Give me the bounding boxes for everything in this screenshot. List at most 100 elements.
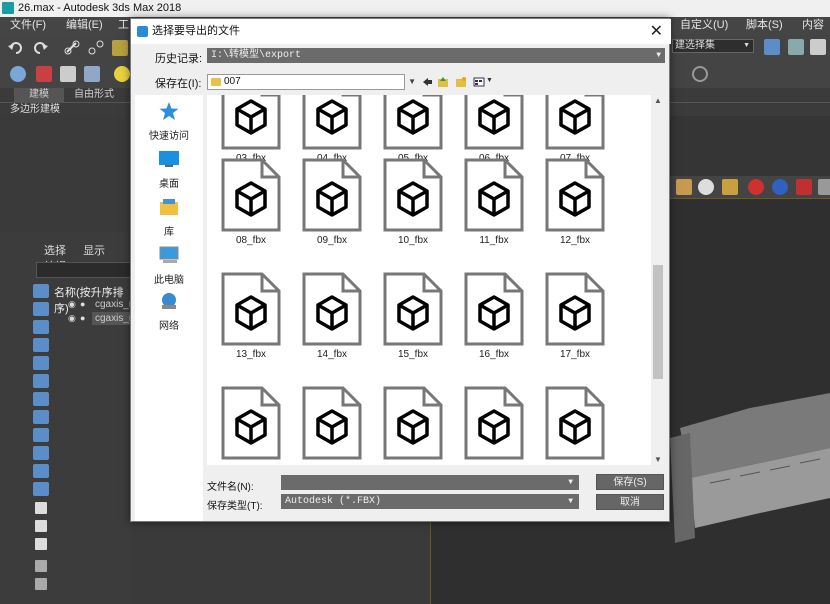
- fbx-file-icon: [464, 272, 524, 346]
- file-item[interactable]: 12_fbx: [540, 157, 610, 246]
- sofa-model[interactable]: [670, 388, 830, 548]
- filter-cameras-icon[interactable]: [33, 338, 49, 352]
- tab-select[interactable]: 选择: [44, 245, 66, 257]
- material-icon[interactable]: [796, 179, 812, 195]
- polygon-modeling-label[interactable]: 多边形建模: [10, 103, 60, 117]
- funnel-filter-icon[interactable]: [35, 578, 47, 590]
- filter-hidden-icon[interactable]: [33, 482, 49, 496]
- place-network[interactable]: 网络: [135, 291, 203, 332]
- layer-icon[interactable]: [810, 39, 826, 55]
- up-folder-icon[interactable]: [437, 76, 449, 88]
- file-list[interactable]: 03_fbx 04_fbx 05_fbx 06_fbx 07_fbx 08_fbx 09_f…: [207, 95, 665, 465]
- invert-display-icon[interactable]: [35, 538, 47, 550]
- file-item[interactable]: 14_fbx: [297, 271, 367, 360]
- filter-containers-icon[interactable]: [33, 446, 49, 460]
- align-icon[interactable]: [788, 39, 804, 55]
- file-item[interactable]: 11_fbx: [459, 157, 529, 246]
- light-icon[interactable]: [114, 66, 130, 82]
- place-this-pc[interactable]: 此电脑: [135, 245, 203, 286]
- render-setup-icon[interactable]: [60, 66, 76, 82]
- menu-edit[interactable]: 编辑(E): [66, 17, 103, 34]
- scroll-up-icon[interactable]: ▲: [654, 96, 662, 105]
- mirror-icon[interactable]: [764, 39, 780, 55]
- material-editor-icon[interactable]: [84, 66, 100, 82]
- file-item[interactable]: [459, 385, 529, 463]
- menu-tools[interactable]: 工: [118, 17, 129, 34]
- scene-search-input[interactable]: [36, 262, 132, 278]
- filter-spacewarps-icon[interactable]: [33, 374, 49, 388]
- filter-helpers-icon[interactable]: [33, 356, 49, 370]
- tab-display[interactable]: 显示: [83, 245, 105, 257]
- filter-bones-icon[interactable]: [33, 428, 49, 442]
- close-icon[interactable]: ✕: [650, 19, 663, 44]
- filter-shapes-icon[interactable]: [33, 302, 49, 316]
- view-menu-icon[interactable]: [473, 76, 485, 88]
- tab-freeform[interactable]: 自由形式: [74, 88, 114, 102]
- filter-xrefs-icon[interactable]: [33, 410, 49, 424]
- file-item[interactable]: 09_fbx: [297, 157, 367, 246]
- more-icon[interactable]: [818, 179, 830, 195]
- render-frame-icon[interactable]: [36, 66, 52, 82]
- help-icon[interactable]: [692, 66, 708, 82]
- file-list-scrollbar[interactable]: ▲ ▼: [651, 95, 665, 465]
- eye-icon[interactable]: ◉: [68, 299, 76, 310]
- file-item[interactable]: 06_fbx: [459, 95, 529, 164]
- scroll-down-icon[interactable]: ▼: [654, 455, 662, 464]
- filter-frozen-icon[interactable]: [33, 464, 49, 478]
- bind-spacewarp-icon[interactable]: [112, 40, 128, 56]
- menu-content[interactable]: 内容: [802, 17, 824, 34]
- new-folder-icon[interactable]: [455, 76, 467, 88]
- history-dropdown[interactable]: I:\转模型\export ▼: [207, 48, 665, 63]
- filter-groups-icon[interactable]: [33, 392, 49, 406]
- cancel-button[interactable]: 取消: [596, 494, 664, 510]
- save-button[interactable]: 保存(S): [596, 474, 664, 490]
- place-desktop[interactable]: 桌面: [135, 149, 203, 190]
- tab-modeling[interactable]: 建模: [14, 88, 64, 102]
- unlink-icon[interactable]: [88, 40, 104, 56]
- filename-input[interactable]: ▼: [281, 475, 579, 490]
- undo-icon[interactable]: [8, 40, 24, 56]
- file-item[interactable]: 03_fbx: [216, 95, 286, 164]
- file-item[interactable]: 17_fbx: [540, 271, 610, 360]
- file-item[interactable]: 05_fbx: [378, 95, 448, 164]
- display-none-icon[interactable]: [35, 520, 47, 532]
- chevron-down-icon[interactable]: ▼: [486, 77, 493, 84]
- file-item[interactable]: [297, 385, 367, 463]
- savein-dropdown[interactable]: 007 ▼: [207, 74, 416, 90]
- display-all-icon[interactable]: [35, 502, 47, 514]
- file-item[interactable]: [540, 385, 610, 463]
- filter-lights-icon[interactable]: [33, 320, 49, 334]
- file-item[interactable]: 07_fbx: [540, 95, 610, 164]
- filetype-dropdown[interactable]: Autodesk (*.FBX) ▼: [281, 494, 579, 509]
- record-icon[interactable]: [748, 179, 764, 195]
- render-icon[interactable]: [722, 179, 738, 195]
- sort-icon[interactable]: [35, 560, 47, 572]
- render-toggle-icon[interactable]: ●: [80, 299, 85, 309]
- file-item[interactable]: 10_fbx: [378, 157, 448, 246]
- mug-icon[interactable]: [676, 179, 692, 195]
- back-arrow-icon[interactable]: [421, 76, 433, 88]
- selection-set-dropdown[interactable]: 建选择集 ▼: [672, 39, 754, 53]
- sphere-icon[interactable]: [772, 179, 788, 195]
- redo-icon[interactable]: [32, 40, 48, 56]
- file-item[interactable]: [378, 385, 448, 463]
- menu-script[interactable]: 脚本(S): [746, 17, 783, 34]
- menu-customize[interactable]: 自定义(U): [680, 17, 728, 34]
- link-icon[interactable]: [64, 40, 80, 56]
- selection-set-value: 建选择集: [675, 40, 715, 51]
- place-quick-access[interactable]: 快速访问: [135, 101, 203, 142]
- file-item[interactable]: 16_fbx: [459, 271, 529, 360]
- render-toggle-icon[interactable]: ●: [80, 313, 85, 323]
- file-item[interactable]: 08_fbx: [216, 157, 286, 246]
- file-item[interactable]: 13_fbx: [216, 271, 286, 360]
- place-library[interactable]: 库: [135, 197, 203, 238]
- file-item[interactable]: [216, 385, 286, 463]
- file-item[interactable]: 04_fbx: [297, 95, 367, 164]
- filter-geometry-icon[interactable]: [33, 284, 49, 298]
- teapot-icon[interactable]: [10, 66, 26, 82]
- teacup-icon[interactable]: [698, 179, 714, 195]
- file-item[interactable]: 15_fbx: [378, 271, 448, 360]
- menu-file[interactable]: 文件(F): [10, 17, 46, 34]
- scrollbar-thumb[interactable]: [653, 265, 663, 379]
- eye-icon[interactable]: ◉: [68, 313, 76, 324]
